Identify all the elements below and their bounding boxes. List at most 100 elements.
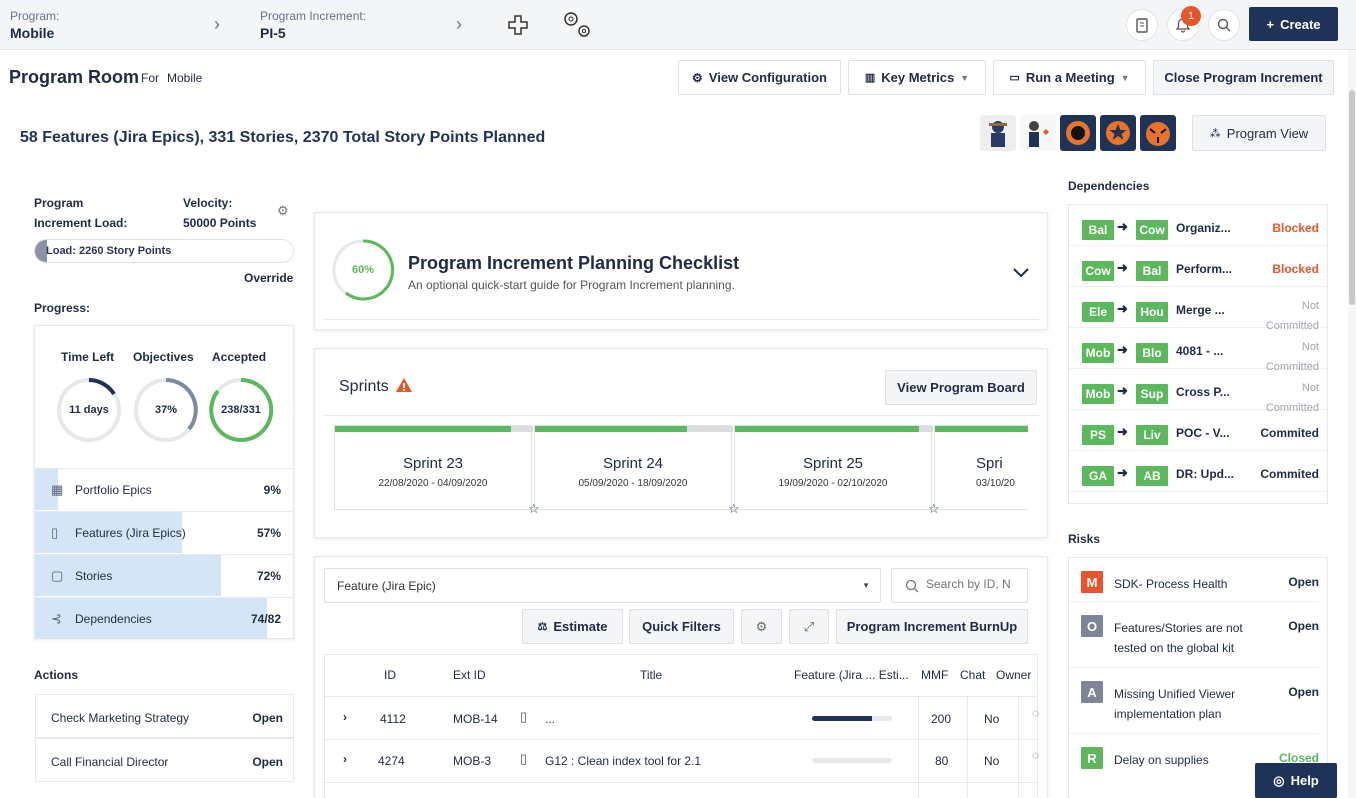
- expand-icon[interactable]: ⤢: [789, 609, 829, 644]
- view-program-board-button[interactable]: View Program Board: [885, 370, 1037, 405]
- row-ext-id[interactable]: MOB-14: [453, 712, 498, 726]
- chevron-down-icon[interactable]: [1012, 266, 1030, 280]
- column-header-chat[interactable]: Chat: [960, 668, 985, 682]
- team-avatar[interactable]: [980, 115, 1016, 151]
- team-avatar[interactable]: [1020, 115, 1056, 151]
- program-selector[interactable]: Program: Mobile: [10, 9, 59, 41]
- progress-row-features[interactable]: ▯ Features (Jira Epics) 57%: [35, 511, 293, 553]
- team-avatar[interactable]: [1060, 115, 1096, 151]
- dependency-from-team: Mob: [1082, 343, 1114, 363]
- comment-icon[interactable]: ◌: [1032, 706, 1039, 720]
- expand-row-chevron-icon[interactable]: ›: [343, 710, 347, 724]
- progress-row-value: 74/82: [250, 612, 281, 626]
- dependency-item[interactable]: Ele ➜ Hou Merge ... Not Committed: [1069, 287, 1327, 332]
- star-icon[interactable]: ☆: [928, 501, 940, 517]
- risk-title: Delay on supplies: [1114, 753, 1209, 767]
- column-header-estimate[interactable]: Feature (Jira ... Esti...: [794, 668, 909, 682]
- column-header-title[interactable]: Title: [640, 668, 662, 682]
- row-id: 4274: [378, 754, 405, 768]
- column-header-owner[interactable]: Owner: [996, 668, 1031, 682]
- progress-row-stories[interactable]: ▢ Stories 72%: [35, 554, 293, 596]
- feature-search-box[interactable]: [891, 568, 1028, 603]
- action-item[interactable]: Check Marketing Strategy Open: [35, 694, 294, 738]
- column-header-mmf[interactable]: MMF: [921, 668, 948, 682]
- arrow-right-icon: ➜: [1117, 301, 1128, 316]
- arrow-right-icon: ➜: [1117, 383, 1128, 398]
- document-icon: ▯: [51, 525, 59, 540]
- grid-icon: ▦: [51, 482, 64, 497]
- sprint-card[interactable]: Sprint 25 19/09/2020 - 02/10/2020: [734, 425, 933, 510]
- override-link[interactable]: Override: [244, 271, 293, 285]
- table-divider: [324, 696, 1038, 697]
- clipboard-icon[interactable]: [1126, 9, 1158, 41]
- risk-item[interactable]: M SDK- Process Health Open: [1069, 558, 1319, 602]
- quick-filters-button[interactable]: Quick Filters: [629, 609, 734, 644]
- scale-icon: ⚖: [537, 621, 548, 633]
- view-configuration-button[interactable]: ⚙ View Configuration: [678, 60, 841, 95]
- estimate-label: Estimate: [553, 619, 608, 634]
- sprint-card[interactable]: Sprint 23 22/08/2020 - 04/09/2020: [334, 425, 533, 510]
- team-avatar[interactable]: [1140, 115, 1176, 151]
- action-item[interactable]: Call Financial Director Open: [35, 738, 294, 782]
- feature-type-select[interactable]: Feature (Jira Epic) ▼: [324, 568, 881, 603]
- sprint-progress-bar: [735, 426, 919, 432]
- column-header-id[interactable]: ID: [384, 668, 396, 682]
- star-icon[interactable]: ☆: [728, 501, 740, 517]
- pi-value: PI-5: [260, 25, 286, 41]
- dependency-item[interactable]: GA ➜ AB DR: Upd... Commited: [1069, 451, 1327, 492]
- dependency-item[interactable]: Mob ➜ Sup Cross P... Not Committed: [1069, 369, 1327, 414]
- table-divider: [324, 782, 1038, 783]
- sprint-card[interactable]: Spri 03/10/20: [934, 425, 1028, 510]
- progress-row-dependencies[interactable]: ⊰ Dependencies 74/82: [35, 597, 293, 639]
- team-avatar[interactable]: [1100, 115, 1136, 151]
- add-icon[interactable]: [507, 14, 529, 36]
- risk-title: SDK- Process Health: [1114, 577, 1228, 591]
- dependency-to-team: Sup: [1136, 384, 1168, 404]
- feature-search-input[interactable]: [926, 577, 1026, 591]
- program-view-button[interactable]: ⁂ Program View: [1192, 115, 1326, 151]
- key-metrics-button[interactable]: ▥ Key Metrics ▼: [848, 60, 986, 95]
- star-icon[interactable]: ☆: [528, 501, 540, 517]
- dependency-from-team: Ele: [1082, 302, 1114, 322]
- close-pi-button[interactable]: Close Program Increment: [1153, 60, 1334, 95]
- velocity-settings-icon[interactable]: ⚙: [277, 203, 289, 219]
- risk-item[interactable]: A Missing Unified Viewer implementation p…: [1069, 668, 1319, 734]
- dependency-item[interactable]: Bal ➜ Cow Organiz... Blocked: [1069, 205, 1327, 246]
- expand-row-chevron-icon[interactable]: ›: [343, 752, 347, 766]
- page-scrollbar[interactable]: [1348, 50, 1356, 798]
- run-meeting-button[interactable]: ▭ Run a Meeting ▼: [993, 60, 1146, 95]
- progress-row-portfolio-epics[interactable]: ▦ Portfolio Epics 9%: [35, 468, 293, 510]
- risk-title: Features/Stories are not tested on the g…: [1114, 621, 1243, 655]
- settings-gears-icon[interactable]: [560, 8, 596, 40]
- actions-title: Actions: [34, 668, 79, 682]
- sprint-progress-remaining: [687, 426, 733, 432]
- row-title[interactable]: ...: [545, 712, 555, 726]
- estimate-button[interactable]: ⚖ Estimate: [522, 609, 623, 644]
- create-button[interactable]: + Create: [1249, 7, 1338, 41]
- chevron-right-icon: ›: [456, 14, 462, 34]
- dependency-item[interactable]: PS ➜ Liv POC - V... Commited: [1069, 410, 1327, 451]
- page-title: Program Room: [9, 67, 140, 87]
- dependency-item[interactable]: Mob ➜ Blo 4081 - ... Not Committed: [1069, 328, 1327, 373]
- pi-selector[interactable]: Program Increment: PI-5: [260, 9, 366, 41]
- dependency-item[interactable]: Cow ➜ Bal Perform... Blocked: [1069, 246, 1327, 287]
- row-title[interactable]: G12 : Clean index tool for 2.1: [545, 754, 701, 768]
- table-col-divider: [967, 696, 968, 798]
- dependencies-title: Dependencies: [1068, 179, 1150, 193]
- checklist-percent: 60%: [351, 264, 375, 276]
- pi-checklist-card[interactable]: 60% Program Increment Planning Checklist…: [314, 212, 1048, 330]
- risk-item[interactable]: O Features/Stories are not tested on the …: [1069, 602, 1319, 668]
- row-ext-id[interactable]: MOB-3: [453, 754, 491, 768]
- row-estimate-bar: [812, 716, 892, 721]
- search-icon[interactable]: [1208, 9, 1240, 41]
- scrollbar-thumb[interactable]: [1349, 90, 1355, 305]
- action-label: Call Financial Director: [51, 755, 169, 769]
- top-bar: Program: Mobile › Program Increment: PI-…: [0, 0, 1356, 50]
- comment-icon[interactable]: ◌: [1032, 748, 1039, 762]
- table-settings-icon[interactable]: ⚙: [741, 609, 782, 644]
- column-header-ext-id[interactable]: Ext ID: [453, 668, 486, 682]
- help-button[interactable]: ◎ Help: [1255, 763, 1337, 798]
- pi-burnup-button[interactable]: Program Increment BurnUp: [836, 609, 1028, 644]
- sprint-card[interactable]: Sprint 24 05/09/2020 - 18/09/2020: [534, 425, 733, 510]
- progress-row-value: 9%: [263, 483, 281, 497]
